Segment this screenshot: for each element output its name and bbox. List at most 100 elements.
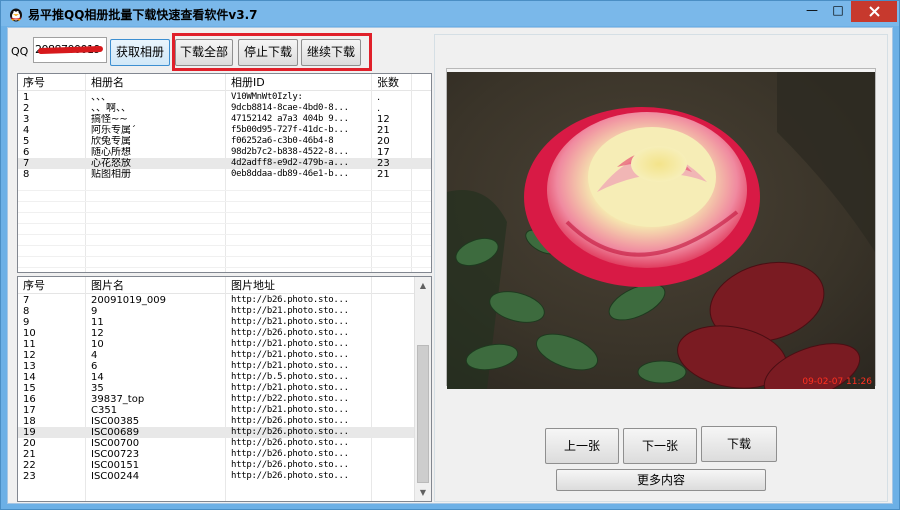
photo-name: 10 — [91, 339, 104, 350]
column-header-no[interactable]: 序号 — [18, 277, 86, 294]
album-photo-count: 17 — [377, 147, 390, 158]
album-name: 贴图相册 — [91, 169, 131, 180]
column-header-album-id[interactable]: 相册ID — [226, 74, 372, 91]
photo-no: 21 — [23, 449, 36, 460]
column-header-photo-count[interactable]: 张数 — [372, 74, 412, 91]
maximize-icon: □ — [832, 3, 844, 17]
title-bar[interactable]: 易平推QQ相册批量下载快速查看软件v3.7 — □ — [1, 1, 899, 26]
photo-url: http://b21.photo.sto... — [231, 405, 349, 415]
photo-name: ISC00244 — [91, 471, 140, 482]
photo-name: 35 — [91, 383, 104, 394]
album-photo-count: 23 — [377, 158, 390, 169]
album-name: 搞怪~~ — [91, 114, 128, 125]
minimize-icon: — — [806, 3, 818, 17]
photo-row[interactable]: 22 ISC00151 http://b26.photo.sto... — [18, 460, 431, 471]
column-header-no[interactable]: 序号 — [18, 74, 86, 91]
photo-row[interactable]: 7 20091019_009 http://b26.photo.sto... — [18, 295, 431, 306]
column-header-album-name[interactable]: 相册名 — [86, 74, 226, 91]
download-photo-button[interactable]: 下载 — [701, 426, 777, 462]
album-row[interactable]: 6 随心所想 98d2b7c2-b838-4522-8... 17 — [18, 147, 431, 158]
photo-list[interactable]: 序号 图片名 图片地址 7 20091019_009 http://b26.phot… — [17, 276, 432, 502]
photo-row[interactable]: 16 39837_top http://b22.photo.sto... — [18, 394, 431, 405]
photo-no: 16 — [23, 394, 36, 405]
close-icon — [868, 6, 880, 17]
album-no: 3 — [23, 114, 30, 125]
album-photo-count: 20 — [377, 136, 390, 147]
album-id: 47152142 a7a3 404b 9... — [231, 114, 349, 124]
photo-list-scrollbar[interactable]: ▲ ▼ — [414, 277, 431, 501]
photo-row[interactable]: 17 C351 http://b21.photo.sto... — [18, 405, 431, 416]
photo-name: 11 — [91, 317, 104, 328]
column-header-photo-url[interactable]: 图片地址 — [226, 277, 372, 294]
empty-row — [18, 257, 431, 268]
photo-url: http://b21.photo.sto... — [231, 383, 349, 393]
qq-label: QQ — [11, 45, 29, 58]
album-list[interactable]: 序号 相册名 相册ID 张数 1 、、、 V10WMnWt0Izly:. 2 、、啊、、… — [17, 73, 432, 273]
photo-row[interactable]: 19 ISC00689 http://b26.photo.sto... — [18, 427, 431, 438]
annotation-highlight-box — [172, 33, 372, 71]
photo-row[interactable]: 8 9 http://b21.photo.sto... — [18, 306, 431, 317]
photo-name: 14 — [91, 372, 104, 383]
photo-name: 39837_top — [91, 394, 145, 405]
album-photo-count: . — [377, 103, 381, 114]
album-photo-count: . — [377, 92, 381, 103]
album-row[interactable]: 4 阿乐专属´ f5b00d95-727f-41dc-b... 21 — [18, 125, 431, 136]
window-title: 易平推QQ相册批量下载快速查看软件v3.7 — [28, 8, 258, 22]
photo-url: http://b.5.photo.sto... — [231, 372, 349, 382]
photo-row[interactable]: 12 4 http://b21.photo.sto... — [18, 350, 431, 361]
photo-url: http://b26.photo.sto... — [231, 460, 349, 470]
photo-url: http://b26.photo.sto... — [231, 328, 349, 338]
album-name: 、、、 — [91, 92, 111, 103]
maximize-button[interactable]: □ — [825, 1, 851, 22]
photo-url: http://b21.photo.sto... — [231, 350, 349, 360]
empty-row — [18, 224, 431, 235]
photo-url: http://b26.photo.sto... — [231, 427, 349, 437]
scrollbar-thumb[interactable] — [417, 345, 429, 483]
scroll-down-arrow-icon[interactable]: ▼ — [415, 484, 431, 501]
next-photo-button[interactable]: 下一张 — [623, 428, 697, 464]
close-button[interactable] — [851, 1, 897, 22]
album-row[interactable]: 3 搞怪~~ 47152142 a7a3 404b 9... 12 — [18, 114, 431, 125]
photo-timestamp: 09-02-07 11:26 — [802, 377, 872, 387]
previous-photo-button[interactable]: 上一张 — [545, 428, 619, 464]
photo-no: 13 — [23, 361, 36, 372]
more-content-button[interactable]: 更多内容 — [556, 469, 766, 491]
album-row[interactable]: 5 欣兔专属 f06252a6-c3b0-46b4-8 20 — [18, 136, 431, 147]
photo-no: 7 — [23, 295, 30, 306]
photo-no: 14 — [23, 372, 36, 383]
photo-row[interactable]: 23 ISC00244 http://b26.photo.sto... — [18, 471, 431, 482]
photo-name: ISC00723 — [91, 449, 140, 460]
album-name: 随心所想 — [91, 147, 131, 158]
app-window: 易平推QQ相册批量下载快速查看软件v3.7 — □ QQ 2088700019 … — [0, 0, 900, 510]
qq-number-input[interactable]: 2088700019 — [33, 37, 107, 63]
album-name: 、、啊、、 — [91, 103, 131, 114]
album-row[interactable]: 1 、、、 V10WMnWt0Izly:. — [18, 92, 431, 103]
album-row[interactable]: 7 心花怒放 4d2adff8-e9d2-479b-a... 23 — [18, 158, 431, 169]
photo-row[interactable]: 18 ISC00385 http://b26.photo.sto... — [18, 416, 431, 427]
photo-row[interactable]: 15 35 http://b21.photo.sto... — [18, 383, 431, 394]
photo-row[interactable]: 13 6 http://b21.photo.sto... — [18, 361, 431, 372]
photo-row[interactable]: 10 12 http://b26.photo.sto... — [18, 328, 431, 339]
album-id: 4d2adff8-e9d2-479b-a... — [231, 158, 349, 168]
photo-row[interactable]: 21 ISC00723 http://b26.photo.sto... — [18, 449, 431, 460]
photo-row[interactable]: 11 10 http://b21.photo.sto... — [18, 339, 431, 350]
photo-name: 20091019_009 — [91, 295, 166, 306]
photo-name: 4 — [91, 350, 98, 361]
photo-row[interactable]: 20 ISC00700 http://b26.photo.sto... — [18, 438, 431, 449]
album-name: 阿乐专属´ — [91, 125, 136, 136]
column-header-photo-name[interactable]: 图片名 — [86, 277, 226, 294]
minimize-button[interactable]: — — [799, 1, 825, 22]
photo-row[interactable]: 9 11 http://b21.photo.sto... — [18, 317, 431, 328]
penguin-icon — [10, 8, 22, 22]
album-row[interactable]: 8 贴图相册 0eb8ddaa-db89-46e1-b... 21 — [18, 169, 431, 180]
photo-url: http://b26.photo.sto... — [231, 471, 349, 481]
photo-name: 6 — [91, 361, 98, 372]
scroll-up-arrow-icon[interactable]: ▲ — [415, 277, 431, 294]
album-no: 8 — [23, 169, 30, 180]
photo-url: http://b22.photo.sto... — [231, 394, 349, 404]
album-row[interactable]: 2 、、啊、、 9dcb8814-8cae-4bd0-8.... — [18, 103, 431, 114]
fetch-albums-button[interactable]: 获取相册 — [110, 39, 170, 66]
photo-row[interactable]: 14 14 http://b.5.photo.sto... — [18, 372, 431, 383]
photo-no: 17 — [23, 405, 36, 416]
album-name: 心花怒放 — [91, 158, 131, 169]
